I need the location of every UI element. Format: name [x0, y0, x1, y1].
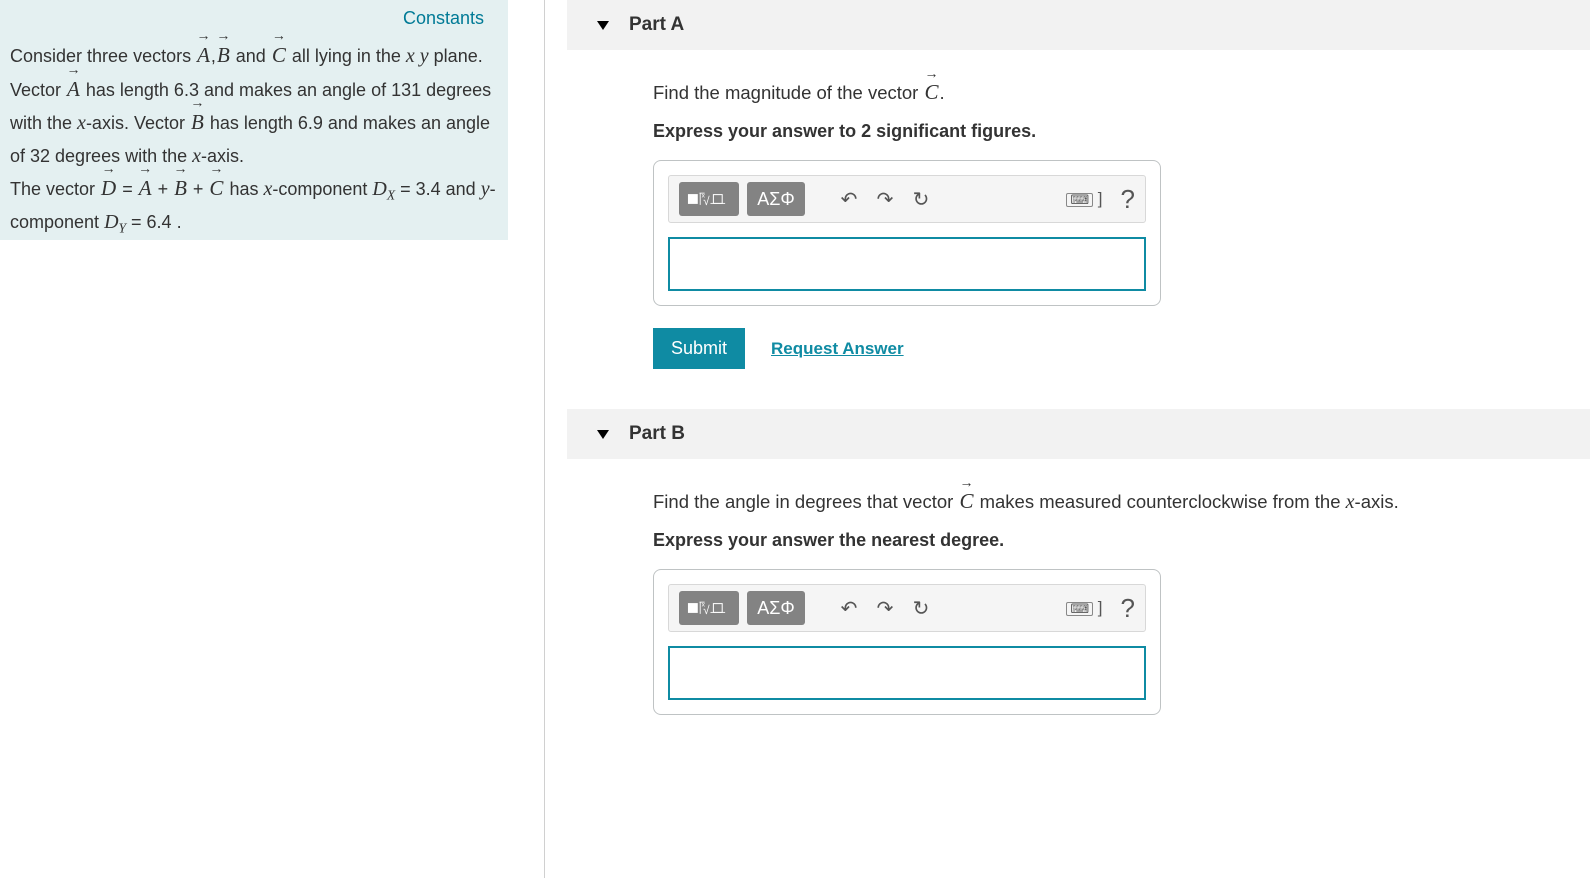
- part-b-toolbar: x √ ΑΣΦ ↶ ↷ ↻ ⌨ ] ?: [668, 584, 1146, 632]
- part-a-prompt: Find the magnitude of the vector C.: [653, 80, 1530, 105]
- greek-button[interactable]: ΑΣΦ: [747, 591, 805, 625]
- vector-B: B: [216, 39, 231, 73]
- reset-icon[interactable]: ↻: [907, 187, 935, 212]
- svg-text:√: √: [703, 604, 710, 617]
- text: Find the magnitude of the vector: [653, 82, 923, 103]
- x-var: x: [192, 145, 201, 167]
- x-var: x: [77, 112, 86, 134]
- problem-statement: Consider three vectors A,B and C all lyi…: [8, 39, 498, 239]
- part-a-toolbar: x √ ΑΣΦ ↶ ↷ ↻ ⌨ ] ?: [668, 175, 1146, 223]
- vector-C: C: [271, 39, 287, 73]
- text: +: [188, 179, 209, 199]
- text: and: [231, 46, 271, 66]
- vector-C: C: [208, 172, 224, 206]
- panel-divider: [544, 0, 545, 878]
- vector-A: A: [66, 73, 81, 107]
- keyboard-icon[interactable]: ⌨ ]: [1066, 598, 1102, 618]
- text: Find the angle in degrees that vector: [653, 491, 958, 512]
- part-b-title: Part B: [629, 423, 685, 445]
- part-a-submit-row: Submit Request Answer: [653, 328, 1530, 369]
- problem-panel: Constants Consider three vectors A,B and…: [0, 0, 508, 240]
- y-var: y: [481, 178, 490, 200]
- greek-button[interactable]: ΑΣΦ: [747, 182, 805, 216]
- X-sub: X: [387, 187, 395, 202]
- part-a-answer-box: x √ ΑΣΦ ↶ ↷ ↻ ⌨ ] ?: [653, 160, 1161, 306]
- part-b-answer-input[interactable]: [668, 646, 1146, 700]
- part-b-body: Find the angle in degrees that vector C …: [567, 459, 1590, 755]
- redo-icon[interactable]: ↷: [871, 187, 899, 212]
- part-b-header[interactable]: Part B: [567, 409, 1590, 459]
- chevron-down-icon: [597, 21, 609, 30]
- answer-panel: Part A Find the magnitude of the vector …: [567, 0, 1590, 755]
- templates-button[interactable]: x √: [679, 591, 739, 625]
- text: -component: [272, 179, 372, 199]
- vector-D: D: [100, 172, 117, 206]
- submit-button[interactable]: Submit: [653, 328, 745, 369]
- keyboard-icon[interactable]: ⌨ ]: [1066, 189, 1102, 209]
- part-a-instructions: Express your answer to 2 significant fig…: [653, 121, 1530, 142]
- vector-C: C: [923, 80, 939, 105]
- text: The vector: [10, 179, 100, 199]
- text: -axis.: [1355, 491, 1399, 512]
- DX: D: [372, 178, 386, 200]
- text: has: [224, 179, 263, 199]
- text: = 3.4 and: [395, 179, 481, 199]
- text: Consider three vectors: [10, 46, 196, 66]
- undo-icon[interactable]: ↶: [835, 596, 863, 621]
- help-icon[interactable]: ?: [1121, 593, 1135, 624]
- xy-var: x y: [406, 45, 429, 67]
- text: .: [939, 82, 944, 103]
- x-var: x: [1346, 491, 1355, 513]
- part-b-instructions: Express your answer the nearest degree.: [653, 530, 1530, 551]
- vector-C: C: [958, 489, 974, 514]
- part-a-title: Part A: [629, 14, 684, 36]
- svg-text:√: √: [703, 195, 710, 208]
- math-template-icon: x √: [687, 597, 731, 619]
- text: = 6.4 .: [126, 212, 182, 232]
- help-icon[interactable]: ?: [1121, 184, 1135, 215]
- redo-icon[interactable]: ↷: [871, 596, 899, 621]
- part-a-header[interactable]: Part A: [567, 0, 1590, 50]
- part-b-answer-box: x √ ΑΣΦ ↶ ↷ ↻ ⌨ ] ?: [653, 569, 1161, 715]
- text: all lying in the: [287, 46, 406, 66]
- vector-A: A: [138, 172, 153, 206]
- part-a-answer-input[interactable]: [668, 237, 1146, 291]
- part-a-body: Find the magnitude of the vector C. Expr…: [567, 50, 1590, 409]
- constants-link[interactable]: Constants: [8, 8, 498, 39]
- text: -axis. Vector: [86, 113, 190, 133]
- vector-B: B: [173, 172, 188, 206]
- part-b-prompt: Find the angle in degrees that vector C …: [653, 489, 1530, 514]
- text: =: [117, 179, 138, 199]
- reset-icon[interactable]: ↻: [907, 596, 935, 621]
- DY: D: [104, 211, 118, 233]
- undo-icon[interactable]: ↶: [835, 187, 863, 212]
- vector-B: B: [190, 106, 205, 140]
- math-template-icon: x √: [687, 188, 731, 210]
- Y-sub: Y: [119, 221, 127, 236]
- text: makes measured counterclockwise from the: [974, 491, 1345, 512]
- request-answer-link[interactable]: Request Answer: [771, 339, 904, 359]
- text: +: [153, 179, 174, 199]
- templates-button[interactable]: x √: [679, 182, 739, 216]
- vector-A: A: [196, 39, 211, 73]
- chevron-down-icon: [597, 430, 609, 439]
